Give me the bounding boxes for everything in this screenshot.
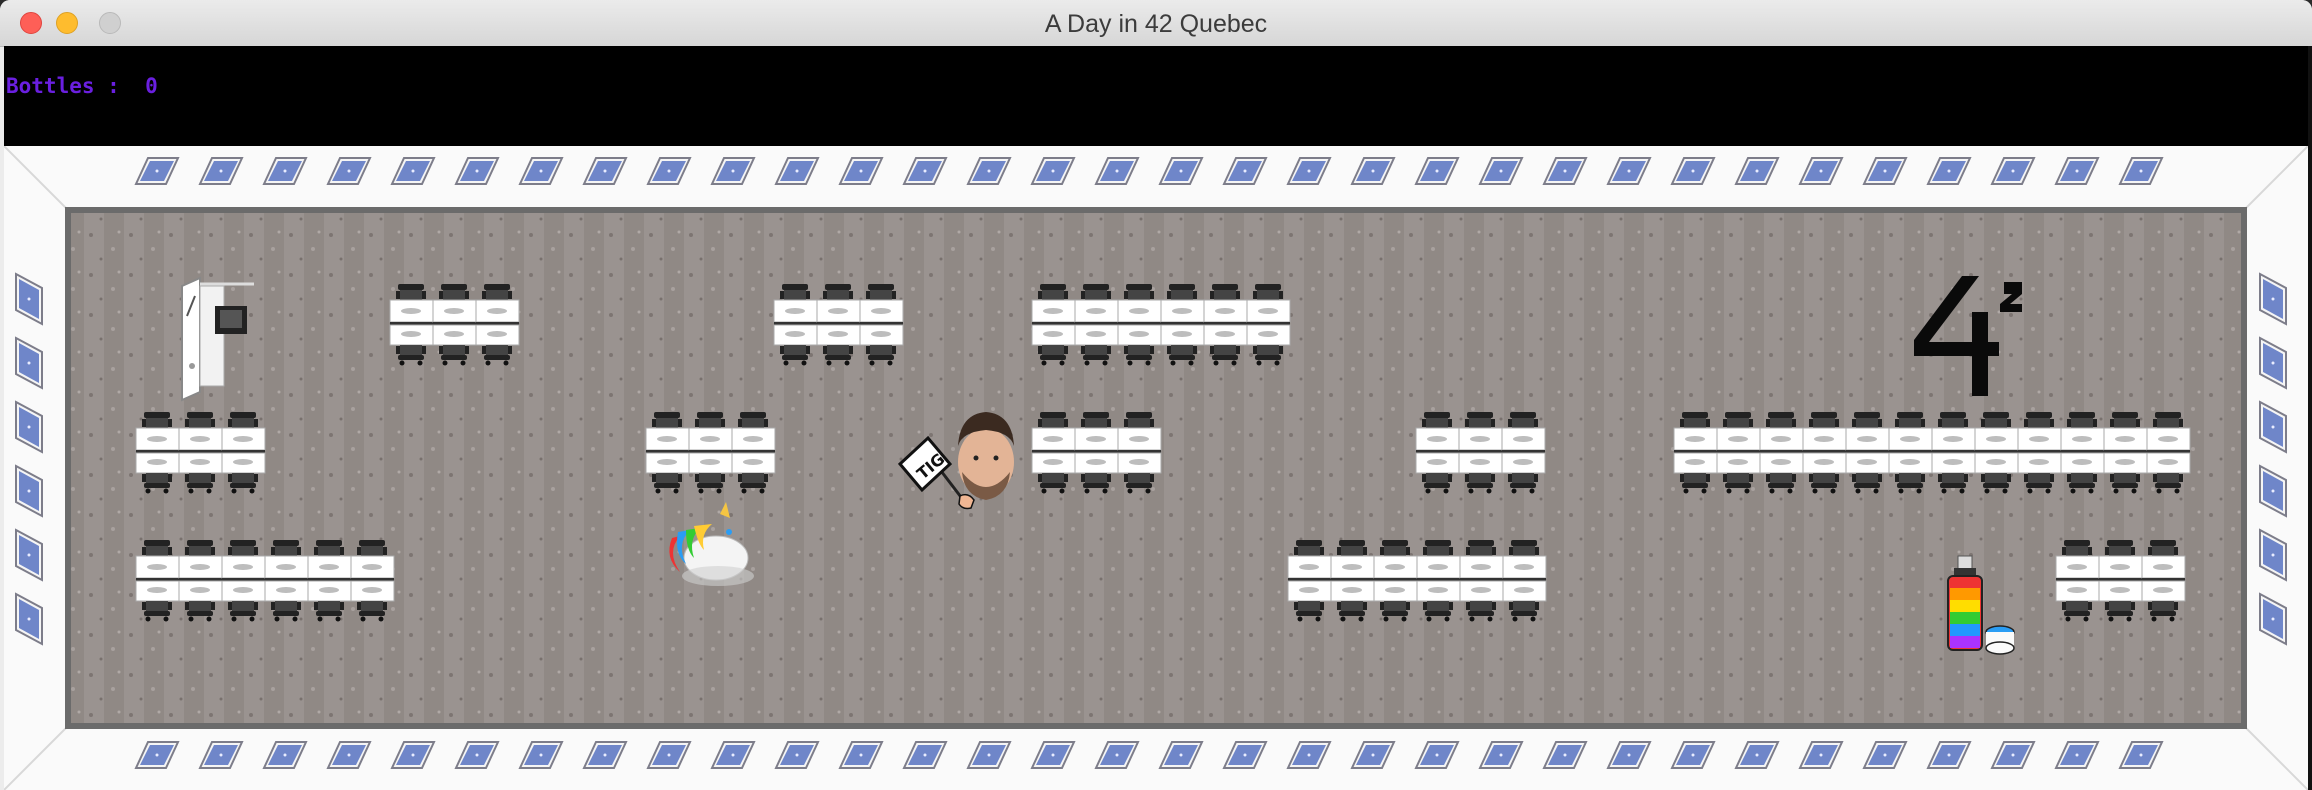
desk-cluster	[774, 284, 903, 366]
bottom-window-row	[135, 741, 2163, 769]
right-window-column	[2259, 273, 2287, 645]
bottles-label: Bottles :	[6, 74, 120, 98]
window-title: A Day in 42 Quebec	[1044, 10, 1268, 38]
bottles-value: 0	[145, 74, 158, 98]
left-window-column	[15, 273, 43, 645]
game-scene: TIG	[4, 146, 2308, 790]
desk-cluster	[1032, 412, 1161, 494]
desk-cluster	[136, 412, 265, 494]
desk-cluster	[390, 284, 519, 366]
desk-cluster	[2056, 540, 2185, 622]
hud-bar: Bottles : 0	[4, 46, 2308, 146]
desk-cluster	[646, 412, 775, 494]
bottles-counter: Bottles : 0	[6, 74, 158, 98]
game-window: A Day in 42 Quebec Bottles : 0 TIG	[0, 0, 2312, 790]
window-edge	[2308, 46, 2312, 790]
title-bar: A Day in 42 Quebec	[0, 0, 2312, 47]
desk-cluster	[1416, 412, 1545, 494]
top-window-row	[135, 157, 2163, 185]
game-canvas[interactable]: TIG	[4, 146, 2308, 790]
